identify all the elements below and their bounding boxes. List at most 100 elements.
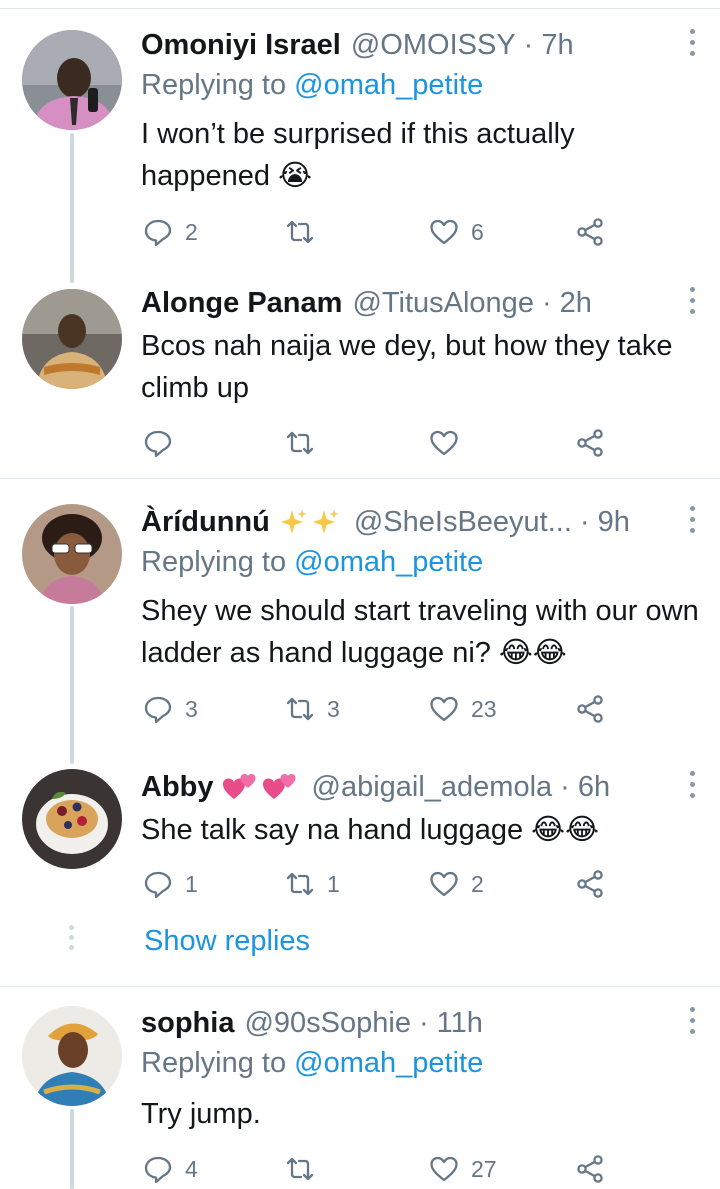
show-replies-link[interactable]: Show replies — [144, 925, 310, 958]
tweet-alonge[interactable]: Alonge Panam @TitusAlonge · 2h Bcos nah … — [0, 283, 720, 473]
user-handle[interactable]: @TitusAlonge — [352, 287, 534, 320]
share-icon — [577, 429, 603, 457]
user-handle[interactable]: @OMOISSY — [351, 29, 516, 62]
share-button[interactable] — [575, 864, 605, 904]
share-button[interactable] — [575, 423, 605, 463]
retweet-icon — [286, 1157, 314, 1181]
timestamp[interactable]: · 6h — [560, 771, 610, 804]
avatar[interactable] — [22, 1006, 122, 1106]
display-name[interactable]: Abby — [141, 771, 214, 804]
reply-button[interactable] — [143, 423, 185, 463]
tweet-header: sophia @90sSophie · 11h — [141, 1003, 483, 1043]
like-count: 6 — [471, 218, 484, 245]
thread-divider — [0, 986, 720, 987]
timestamp[interactable]: · 9h — [580, 506, 630, 539]
replying-to: Replying to @omah_petite — [141, 1047, 483, 1080]
retweet-count: 1 — [327, 870, 340, 897]
share-button[interactable] — [575, 1149, 605, 1189]
heart-icon — [430, 696, 458, 722]
like-button[interactable]: 27 — [429, 1149, 497, 1189]
mention-link[interactable]: @omah_petite — [294, 1047, 483, 1079]
reply-icon — [144, 430, 172, 458]
reply-icon — [144, 871, 172, 899]
display-name[interactable]: Omoniyi Israel — [141, 29, 341, 62]
reply-icon — [144, 696, 172, 724]
two-hearts-emoji — [222, 771, 302, 803]
thread-line — [70, 606, 74, 764]
timestamp[interactable]: · 2h — [542, 287, 592, 320]
reply-button[interactable]: 1 — [143, 864, 198, 904]
retweet-button[interactable]: 3 — [285, 689, 340, 729]
like-count: 23 — [471, 695, 497, 722]
like-count: 2 — [471, 870, 484, 897]
timestamp[interactable]: · 7h — [524, 29, 574, 62]
thread-divider — [0, 478, 720, 479]
tweet-text: Shey we should start traveling with our … — [141, 595, 699, 669]
user-handle[interactable]: @SheIsBeeyut... — [354, 506, 572, 539]
tweet-omoniyi[interactable]: Omoniyi Israel @OMOISSY · 7h Replying to… — [0, 25, 720, 283]
tweet-actions: 2 6 — [141, 212, 621, 252]
tweet-header: Abby @abigail_ademola · 6h — [141, 767, 610, 807]
more-vertical-icon[interactable] — [688, 1007, 696, 1037]
more-vertical-icon[interactable] — [688, 287, 696, 317]
mention-link[interactable]: @omah_petite — [294, 69, 483, 101]
reply-icon — [144, 1156, 172, 1184]
share-icon — [577, 1155, 603, 1183]
thread-line — [70, 1109, 74, 1189]
tweet-abby[interactable]: Abby @abigail_ademola · 6h She talk say … — [0, 767, 720, 977]
user-handle[interactable]: @abigail_ademola — [312, 771, 553, 804]
tweet-header: Àrídunnú @SheIsBeeyut... · 9h — [141, 502, 630, 542]
retweet-button[interactable] — [285, 212, 327, 252]
top-divider — [0, 0, 720, 9]
reply-button[interactable]: 3 — [143, 689, 198, 729]
retweet-icon — [286, 431, 314, 455]
mention-link[interactable]: @omah_petite — [294, 546, 483, 578]
user-handle[interactable]: @90sSophie — [244, 1007, 411, 1040]
timestamp[interactable]: · 11h — [419, 1007, 483, 1040]
display-name[interactable]: Àrídunnú — [141, 506, 270, 539]
replying-to-label: Replying to — [141, 69, 295, 101]
retweet-button[interactable] — [285, 423, 327, 463]
heart-icon — [430, 430, 458, 456]
share-button[interactable] — [575, 689, 605, 729]
display-name[interactable]: sophia — [141, 1007, 234, 1040]
replying-to-label: Replying to — [141, 546, 295, 578]
retweet-button[interactable]: 1 — [285, 864, 340, 904]
tweet-sophia[interactable]: sophia @90sSophie · 11h Replying to @oma… — [0, 1003, 720, 1189]
heart-icon — [430, 1156, 458, 1182]
reply-icon — [144, 219, 172, 247]
like-count: 27 — [471, 1155, 497, 1182]
tweet-text: I won’t be surprised if this actually ha… — [141, 118, 575, 192]
tweet-header: Omoniyi Israel @OMOISSY · 7h — [141, 25, 574, 65]
display-name[interactable]: Alonge Panam — [141, 287, 342, 320]
avatar[interactable] — [22, 30, 122, 130]
tweet-aridunnu[interactable]: Àrídunnú @SheIsBeeyut... · 9h Replying t… — [0, 502, 720, 764]
tweet-actions: 3 3 23 — [141, 689, 621, 729]
share-icon — [577, 218, 603, 246]
retweet-button[interactable] — [285, 1149, 327, 1189]
retweet-count: 3 — [327, 695, 340, 722]
reply-button[interactable]: 4 — [143, 1149, 198, 1189]
tweet-text: She talk say na hand luggage 😂😂 — [141, 814, 599, 846]
avatar[interactable] — [22, 769, 122, 869]
reply-count: 4 — [185, 1155, 198, 1182]
share-button[interactable] — [575, 212, 605, 252]
heart-icon — [430, 871, 458, 897]
avatar[interactable] — [22, 289, 122, 389]
like-button[interactable] — [429, 423, 471, 463]
more-vertical-icon[interactable] — [688, 506, 696, 536]
replying-to-label: Replying to — [141, 1047, 295, 1079]
like-button[interactable]: 23 — [429, 689, 497, 729]
share-icon — [577, 695, 603, 723]
like-button[interactable]: 6 — [429, 212, 484, 252]
tweet-text: Try jump. — [141, 1098, 261, 1130]
more-vertical-icon[interactable] — [688, 29, 696, 59]
retweet-icon — [286, 697, 314, 721]
thread-line — [70, 133, 74, 283]
avatar[interactable] — [22, 504, 122, 604]
thread-continuation-dots — [69, 925, 75, 955]
more-vertical-icon[interactable] — [688, 771, 696, 801]
like-button[interactable]: 2 — [429, 864, 484, 904]
reply-count: 1 — [185, 870, 198, 897]
reply-button[interactable]: 2 — [143, 212, 198, 252]
